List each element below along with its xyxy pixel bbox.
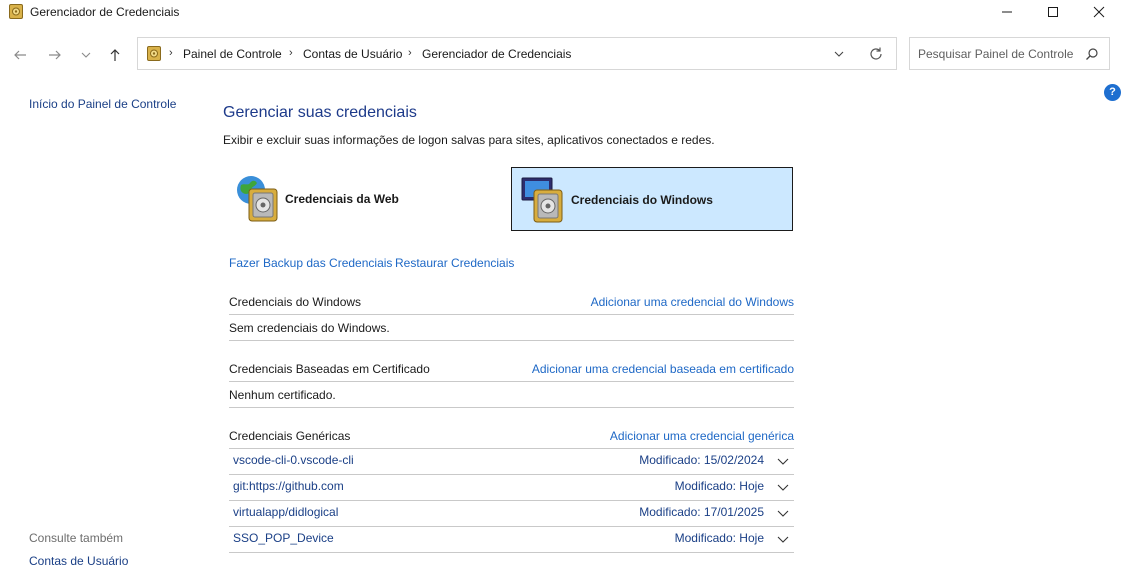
divider (229, 552, 794, 553)
credential-modified: Modificado: 15/02/2024 (639, 453, 764, 467)
no-certificate-text: Nenhum certificado. (229, 388, 336, 402)
control-panel-home-link[interactable]: Início do Painel de Controle (29, 97, 176, 111)
navigation-bar: › Painel de Controle › Contas de Usuário… (0, 34, 1121, 74)
restore-credentials-link[interactable]: Restaurar Credenciais (395, 256, 514, 270)
windows-credentials-header: Credenciais do Windows Adicionar uma cre… (229, 295, 794, 315)
search-input[interactable] (918, 47, 1078, 61)
minimize-button[interactable] (984, 0, 1030, 24)
title-bar: Gerenciador de Credenciais (0, 0, 1121, 24)
add-generic-credential-link[interactable]: Adicionar uma credencial genérica (610, 429, 794, 443)
back-button[interactable] (9, 44, 31, 66)
breadcrumb-painel[interactable]: Painel de Controle (183, 47, 282, 61)
chevron-down-icon[interactable] (777, 481, 789, 493)
window-title: Gerenciador de Credenciais (30, 5, 180, 19)
chevron-down-icon[interactable] (777, 533, 789, 545)
credential-name: SSO_POP_Device (233, 531, 334, 545)
divider (229, 407, 794, 408)
credential-row[interactable]: virtualapp/didlogical Modificado: 17/01/… (229, 500, 794, 526)
credential-modified: Modificado: Hoje (674, 531, 764, 545)
credential-name: vscode-cli-0.vscode-cli (233, 453, 354, 467)
breadcrumb-separator: › (289, 47, 293, 59)
no-windows-credentials-text: Sem credenciais do Windows. (229, 321, 390, 335)
address-bar[interactable]: › Painel de Controle › Contas de Usuário… (137, 37, 897, 70)
credential-vault-icon (9, 4, 23, 19)
credential-row[interactable]: vscode-cli-0.vscode-cli Modificado: 15/0… (229, 448, 794, 474)
forward-button[interactable] (44, 44, 66, 66)
minimize-icon (1002, 11, 1012, 13)
credential-modified: Modificado: Hoje (674, 479, 764, 493)
divider (229, 314, 794, 315)
maximize-icon (1048, 7, 1058, 17)
arrow-left-icon (14, 50, 26, 60)
globe-vault-icon (237, 176, 278, 222)
page-title: Gerenciar suas credenciais (223, 104, 417, 121)
help-icon[interactable]: ? (1104, 84, 1121, 101)
credential-name: git:https://github.com (233, 479, 344, 493)
refresh-icon[interactable] (868, 46, 884, 62)
divider (229, 381, 794, 382)
credential-row[interactable]: git:https://github.com Modificado: Hoje (229, 474, 794, 500)
chevron-down-icon[interactable] (832, 47, 846, 61)
maximize-button[interactable] (1030, 0, 1076, 24)
search-icon[interactable] (1085, 47, 1099, 61)
web-credentials-tile[interactable]: Credenciais da Web (229, 167, 511, 231)
credential-name: virtualapp/didlogical (233, 505, 339, 519)
user-accounts-link[interactable]: Contas de Usuário (29, 554, 128, 568)
search-box[interactable] (909, 37, 1110, 70)
close-button[interactable] (1076, 0, 1121, 24)
divider (229, 340, 794, 341)
add-certificate-credential-link[interactable]: Adicionar uma credencial baseada em cert… (532, 362, 794, 376)
windows-credentials-label: Credenciais do Windows (571, 193, 713, 207)
chevron-down-icon[interactable] (777, 455, 789, 467)
section-title: Credenciais Baseadas em Certificado (229, 362, 430, 376)
generic-credentials-header: Credenciais Genéricas Adicionar uma cred… (229, 429, 794, 449)
breadcrumb-separator: › (408, 47, 412, 59)
credential-modified: Modificado: 17/01/2025 (639, 505, 764, 519)
monitor-vault-icon (521, 177, 563, 223)
certificate-credentials-header: Credenciais Baseadas em Certificado Adic… (229, 362, 794, 382)
add-windows-credential-link[interactable]: Adicionar uma credencial do Windows (591, 295, 794, 309)
breadcrumb-contas[interactable]: Contas de Usuário (303, 47, 402, 61)
backup-credentials-link[interactable]: Fazer Backup das Credenciais (229, 256, 392, 270)
section-title: Credenciais Genéricas (229, 429, 351, 443)
recent-locations-button[interactable] (75, 44, 97, 66)
chevron-down-icon[interactable] (777, 507, 789, 519)
section-title: Credenciais do Windows (229, 295, 362, 309)
control-panel-icon (147, 46, 161, 61)
up-button[interactable] (104, 44, 126, 66)
see-also-label: Consulte também (29, 531, 124, 545)
web-credentials-label: Credenciais da Web (285, 192, 399, 206)
chevron-down-icon (81, 52, 91, 58)
arrow-right-icon (49, 50, 61, 60)
breadcrumb-separator: › (169, 47, 173, 59)
close-icon (1093, 6, 1105, 18)
page-subtitle: Exibir e excluir suas informações de log… (223, 133, 715, 147)
windows-credentials-tile[interactable]: Credenciais do Windows (511, 167, 793, 231)
credential-row[interactable]: SSO_POP_Device Modificado: Hoje (229, 526, 794, 552)
breadcrumb-gerenciador[interactable]: Gerenciador de Credenciais (422, 47, 571, 61)
arrow-up-icon (110, 49, 120, 61)
